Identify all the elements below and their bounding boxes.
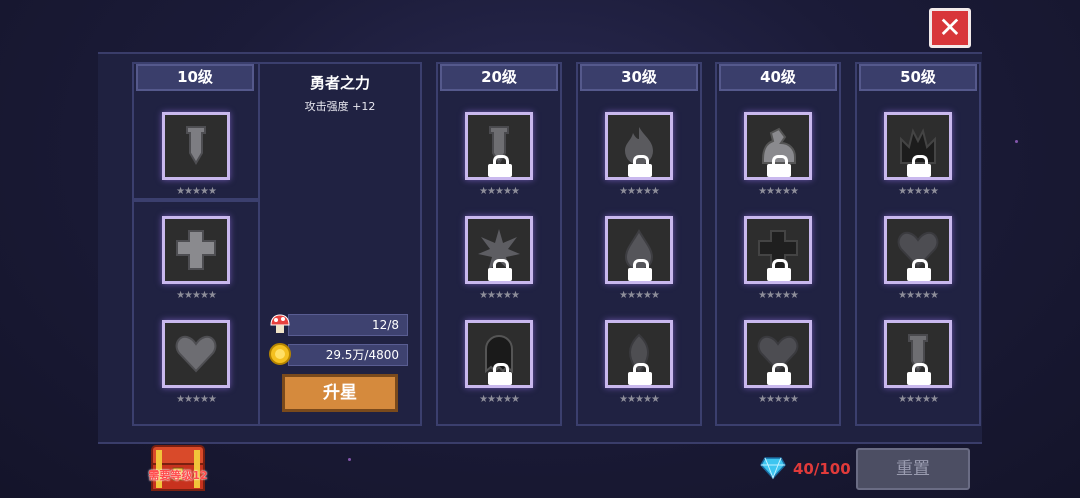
talent-slot-locked[interactable] xyxy=(605,216,673,284)
star-rating: ★★★★★ xyxy=(619,290,660,301)
talent-slot-locked[interactable] xyxy=(744,216,812,284)
talent-slot-locked[interactable] xyxy=(744,320,812,388)
lock-icon xyxy=(488,155,512,177)
tier-header: 20级 xyxy=(440,64,558,91)
talent-name: 勇者之力 xyxy=(309,74,370,92)
star-rating: ★★★★★ xyxy=(758,290,799,301)
talent-slot-locked[interactable] xyxy=(744,112,812,180)
lock-icon xyxy=(767,363,791,385)
lock-icon xyxy=(628,363,652,385)
talent-slot-locked[interactable] xyxy=(605,112,673,180)
star-rating: ★★★★★ xyxy=(758,186,799,197)
star-rating: ★★★★★ xyxy=(479,290,520,301)
lock-icon xyxy=(488,259,512,281)
heart-icon xyxy=(175,335,217,373)
talent-slot-locked[interactable] xyxy=(884,320,952,388)
star-rating: ★★★★★ xyxy=(758,394,799,405)
diamond-icon xyxy=(760,457,786,480)
star-rating: ★★★★★ xyxy=(479,186,520,197)
lock-icon xyxy=(628,155,652,177)
lock-icon xyxy=(488,363,512,385)
star-rating: ★★★★★ xyxy=(619,186,660,197)
chest-requirement-label: 需要等级12 xyxy=(148,469,208,482)
talent-slot-locked[interactable] xyxy=(884,112,952,180)
tier-header: 40级 xyxy=(719,64,837,91)
star-rating: ★★★★★ xyxy=(619,394,660,405)
tier-header: 30级 xyxy=(580,64,698,91)
talent-slot-sword[interactable] xyxy=(162,112,230,180)
talent-slot-locked[interactable] xyxy=(465,112,533,180)
sword-icon xyxy=(186,126,206,165)
tier-10-header: 10级 xyxy=(136,64,254,91)
star-rating: ★★★★★ xyxy=(898,290,939,301)
lock-icon xyxy=(628,259,652,281)
star-rating: ★★★★★ xyxy=(176,394,217,405)
talent-slot-locked[interactable] xyxy=(884,216,952,284)
gold-count: 29.5万/4800 xyxy=(288,344,408,366)
close-button[interactable]: ✕ xyxy=(929,8,971,48)
lock-icon xyxy=(907,363,931,385)
talent-slot-locked[interactable] xyxy=(605,320,673,388)
shield-cross-icon xyxy=(176,230,216,270)
talent-slot-locked[interactable] xyxy=(465,320,533,388)
lock-icon xyxy=(907,155,931,177)
talent-slot-locked[interactable] xyxy=(465,216,533,284)
upgrade-star-button[interactable]: 升星 xyxy=(282,374,398,412)
background-star xyxy=(1015,140,1018,143)
star-rating: ★★★★★ xyxy=(898,394,939,405)
lock-icon xyxy=(907,259,931,281)
lock-icon xyxy=(767,155,791,177)
lock-icon xyxy=(767,259,791,281)
reset-button[interactable]: 重置 xyxy=(856,448,970,490)
talent-effect: 攻击强度 +12 xyxy=(304,100,376,113)
star-rating: ★★★★★ xyxy=(176,290,217,301)
material-count: 12/8 xyxy=(288,314,408,336)
star-rating: ★★★★★ xyxy=(479,394,520,405)
background-star xyxy=(348,458,351,461)
gold-coin-icon xyxy=(269,343,291,365)
tier-header: 50级 xyxy=(859,64,977,91)
reset-gem-count: 40/100 xyxy=(793,460,851,478)
star-rating: ★★★★★ xyxy=(898,186,939,197)
star-rating: ★★★★★ xyxy=(176,186,217,197)
talent-info-box xyxy=(258,62,422,426)
mushroom-icon xyxy=(270,314,290,333)
talent-slot-heart[interactable] xyxy=(162,320,230,388)
talent-slot-shield[interactable] xyxy=(162,216,230,284)
